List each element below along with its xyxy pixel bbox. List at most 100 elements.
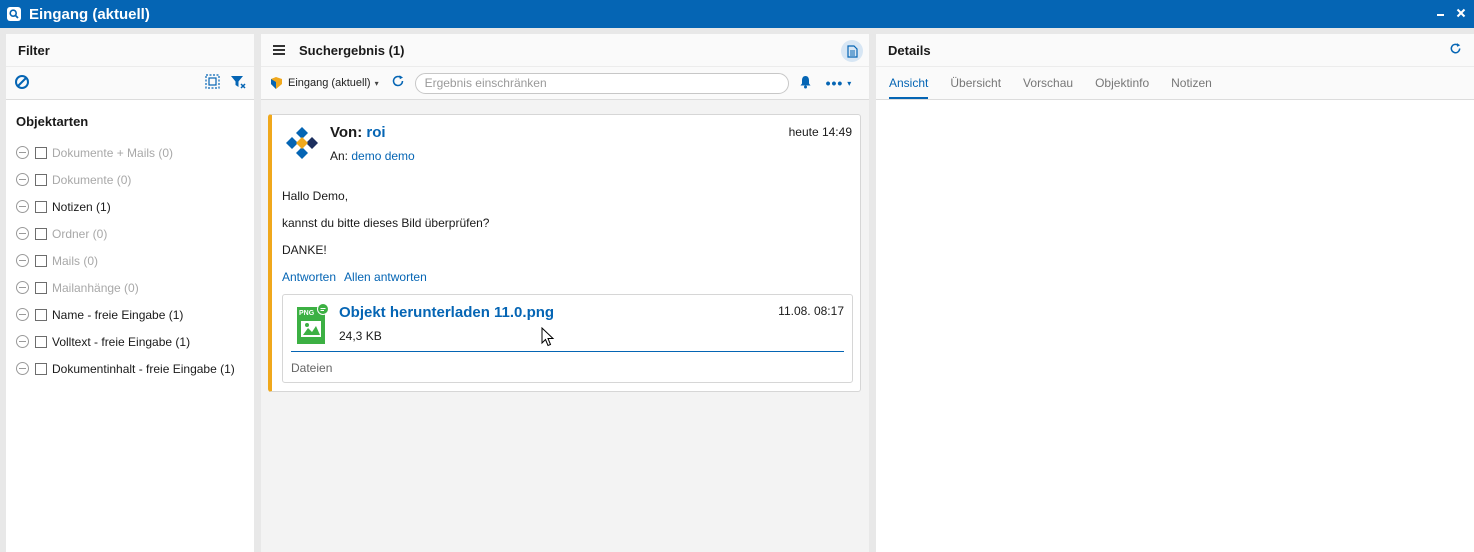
object-type-checkbox[interactable] xyxy=(35,200,47,213)
object-type-label: Dokumente (0) xyxy=(52,172,132,187)
tab-1[interactable]: Übersicht xyxy=(950,76,1001,99)
mail-body: Hallo Demo, kannst du bitte dieses Bild … xyxy=(282,183,489,264)
mouse-cursor-icon xyxy=(541,327,555,347)
object-type-label: Dokumentinhalt - freie Eingabe (1) xyxy=(52,361,235,376)
object-type-row[interactable]: Dokumente (0) xyxy=(16,166,244,193)
filter-toolbar xyxy=(6,67,254,100)
object-type-checkbox[interactable] xyxy=(35,227,47,240)
reply-all-link[interactable]: Allen antworten xyxy=(344,270,427,284)
from-label: Von: xyxy=(330,124,363,141)
filter-header: Filter xyxy=(6,34,254,67)
attachment-size: 24,3 KB xyxy=(339,329,382,343)
filter-title: Filter xyxy=(18,42,50,58)
mail-body-line: DANKE! xyxy=(282,243,327,257)
object-type-row[interactable]: Ordner (0) xyxy=(16,220,244,247)
select-area-button[interactable] xyxy=(205,74,220,92)
exclude-icon[interactable] xyxy=(16,335,29,348)
object-type-checkbox[interactable] xyxy=(35,146,47,159)
exclude-icon[interactable] xyxy=(16,254,29,267)
exclude-icon[interactable] xyxy=(16,173,29,186)
bell-icon xyxy=(800,75,811,88)
tab-2[interactable]: Vorschau xyxy=(1023,76,1073,99)
object-type-row[interactable]: Volltext - freie Eingabe (1) xyxy=(16,328,244,355)
minimize-icon xyxy=(1437,14,1444,16)
attachment-date: 11.08. 08:17 xyxy=(778,304,844,318)
filter-options-button[interactable] xyxy=(230,74,246,92)
mail-to: An: demo demo xyxy=(330,149,415,163)
details-refresh-button[interactable] xyxy=(1449,42,1462,59)
clear-filter-button[interactable] xyxy=(14,74,30,93)
object-type-label: Ordner (0) xyxy=(52,226,108,241)
to-value[interactable]: demo demo xyxy=(351,149,414,163)
object-type-checkbox[interactable] xyxy=(35,335,47,348)
refresh-icon xyxy=(1450,42,1461,53)
object-type-checkbox[interactable] xyxy=(35,254,47,267)
object-types-heading: Objektarten xyxy=(16,114,89,129)
funnel-icon xyxy=(231,76,246,89)
more-options-button[interactable]: ••• ▾ xyxy=(826,75,853,91)
more-dots-icon: ••• xyxy=(825,75,844,91)
exclude-icon[interactable] xyxy=(16,308,29,321)
tab-0[interactable]: Ansicht xyxy=(889,76,929,99)
object-type-label: Notizen (1) xyxy=(52,199,111,214)
caret-down-icon: ▾ xyxy=(847,78,853,88)
details-tabs: Ansicht Übersicht Vorschau Objektinfo Notize… xyxy=(876,67,1474,100)
tab-4[interactable]: Notizen xyxy=(1171,76,1212,99)
exclude-icon[interactable] xyxy=(16,362,29,375)
filter-body: Objektarten Dokumente + Mails (0) Dokumen… xyxy=(6,100,254,396)
exclude-icon[interactable] xyxy=(16,146,29,159)
object-type-row[interactable]: Dokumentinhalt - freie Eingabe (1) xyxy=(16,355,244,382)
object-type-label: Mailanhänge (0) xyxy=(52,280,139,295)
restrict-results-input[interactable] xyxy=(414,72,789,94)
mail-from: Von: roi xyxy=(330,124,386,141)
object-type-checkbox[interactable] xyxy=(35,173,47,186)
object-type-label: Volltext - freie Eingabe (1) xyxy=(52,334,191,349)
notification-button[interactable] xyxy=(799,75,812,92)
window-title: Eingang (aktuell) xyxy=(29,5,150,23)
mail-timestamp: heute 14:49 xyxy=(788,125,852,139)
mail-body-line: kannst du bitte dieses Bild überprüfen? xyxy=(282,216,490,230)
tab-3[interactable]: Objektinfo xyxy=(1095,76,1149,99)
result-header: Suchergebnis (1) xyxy=(261,34,869,67)
details-header: Details xyxy=(876,34,1474,67)
source-dropdown[interactable]: Eingang (aktuell) ▾ xyxy=(269,76,379,90)
filter-panel: Filter Objektarten Dokumente + Mails (0)… xyxy=(6,34,254,552)
reply-link[interactable]: Antworten xyxy=(282,270,336,284)
object-type-row[interactable]: Mailanhänge (0) xyxy=(16,274,244,301)
object-type-row[interactable]: Name - freie Eingabe (1) xyxy=(16,301,244,328)
source-label: Eingang (aktuell) xyxy=(288,77,371,89)
select-area-icon xyxy=(205,74,220,89)
refresh-button[interactable] xyxy=(391,74,405,92)
document-view-button[interactable] xyxy=(841,40,863,62)
exclude-icon[interactable] xyxy=(16,200,29,213)
attachment-box[interactable]: PNG Objekt herunterladen 11.0.png 24,3 K… xyxy=(282,294,853,383)
to-label: An: xyxy=(330,149,349,163)
title-bar: Eingang (aktuell) xyxy=(0,0,1474,28)
mail-body-line: Hallo Demo, xyxy=(282,189,349,203)
exclude-icon[interactable] xyxy=(16,227,29,240)
document-icon xyxy=(846,44,858,58)
close-button[interactable] xyxy=(1454,5,1468,21)
from-value[interactable]: roi xyxy=(366,124,385,141)
no-entry-icon xyxy=(15,74,29,89)
object-type-label: Mails (0) xyxy=(52,253,99,268)
object-type-list: Dokumente + Mails (0) Dokumente (0) Notize… xyxy=(16,139,244,382)
caret-down-icon: ▾ xyxy=(374,78,379,88)
mail-actions: Antworten Allen antworten xyxy=(282,270,427,284)
result-title: Suchergebnis (1) xyxy=(299,42,405,58)
object-type-row[interactable]: Mails (0) xyxy=(16,247,244,274)
object-type-row[interactable]: Notizen (1) xyxy=(16,193,244,220)
minimize-button[interactable] xyxy=(1434,5,1448,21)
details-panel: Details Ansicht Übersicht Vorschau Objektin… xyxy=(876,34,1474,552)
inbox-tray-icon xyxy=(271,77,282,89)
object-type-label: Dokumente + Mails (0) xyxy=(52,145,174,160)
object-type-checkbox[interactable] xyxy=(35,308,47,321)
object-type-row[interactable]: Dokumente + Mails (0) xyxy=(16,139,244,166)
exclude-icon[interactable] xyxy=(16,281,29,294)
attachment-name[interactable]: Objekt herunterladen 11.0.png xyxy=(339,304,554,321)
mail-result-card[interactable]: Von: roi An: demo demo heute 14:49 Hallo… xyxy=(268,114,861,392)
object-type-checkbox[interactable] xyxy=(35,281,47,294)
file-badge: PNG xyxy=(299,310,315,317)
object-type-checkbox[interactable] xyxy=(35,362,47,375)
menu-icon[interactable] xyxy=(273,45,285,55)
